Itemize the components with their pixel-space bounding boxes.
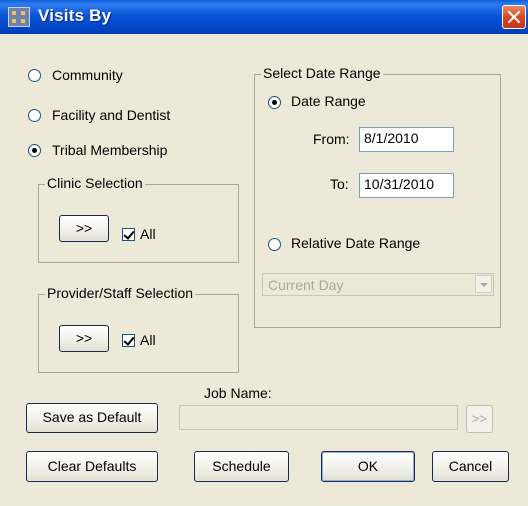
radio-tribal-membership[interactable] <box>28 144 41 157</box>
window-title: Visits By <box>38 6 112 25</box>
title-bar[interactable]: Visits By <box>0 0 528 34</box>
radio-facility-dentist-label[interactable]: Facility and Dentist <box>52 107 170 123</box>
clear-defaults-button[interactable]: Clear Defaults <box>26 451 158 482</box>
cancel-button[interactable]: Cancel <box>432 451 509 482</box>
provider-staff-selection-legend: Provider/Staff Selection <box>45 285 196 301</box>
clinic-selection-legend: Clinic Selection <box>45 175 145 191</box>
app-icon <box>8 7 30 27</box>
radio-relative-date-range[interactable] <box>268 238 281 251</box>
radio-date-range[interactable] <box>268 96 281 109</box>
clinic-all-label[interactable]: All <box>140 226 156 242</box>
clinic-all-checkbox[interactable] <box>122 228 135 241</box>
schedule-button[interactable]: Schedule <box>194 451 289 482</box>
provider-select-button[interactable]: >> <box>59 325 109 352</box>
close-button[interactable] <box>502 5 526 29</box>
clinic-select-button[interactable]: >> <box>59 215 109 242</box>
radio-community[interactable] <box>28 69 41 82</box>
relative-date-select[interactable]: Current Day <box>262 273 494 296</box>
radio-facility-dentist[interactable] <box>28 109 41 122</box>
to-label: To: <box>330 176 349 192</box>
ok-button[interactable]: OK <box>321 451 415 482</box>
radio-date-range-label[interactable]: Date Range <box>291 93 366 109</box>
provider-all-checkbox[interactable] <box>122 334 135 347</box>
relative-date-value: Current Day <box>268 277 344 293</box>
job-name-label: Job Name: <box>204 385 272 401</box>
radio-community-label[interactable]: Community <box>52 67 123 83</box>
job-browse-button[interactable]: >> <box>466 405 493 433</box>
radio-relative-date-range-label[interactable]: Relative Date Range <box>291 235 420 251</box>
radio-tribal-membership-label[interactable]: Tribal Membership <box>52 142 167 158</box>
provider-all-label[interactable]: All <box>140 332 156 348</box>
job-name-input[interactable] <box>179 405 458 430</box>
date-range-legend: Select Date Range <box>261 65 383 81</box>
from-label: From: <box>313 131 350 147</box>
visits-by-dialog: Visits By Community Facility and Dentist… <box>0 0 528 506</box>
from-date-input[interactable]: 8/1/2010 <box>359 127 454 152</box>
chevron-down-icon[interactable] <box>475 275 492 293</box>
save-as-default-button[interactable]: Save as Default <box>26 403 158 433</box>
to-date-input[interactable]: 10/31/2010 <box>359 173 454 198</box>
